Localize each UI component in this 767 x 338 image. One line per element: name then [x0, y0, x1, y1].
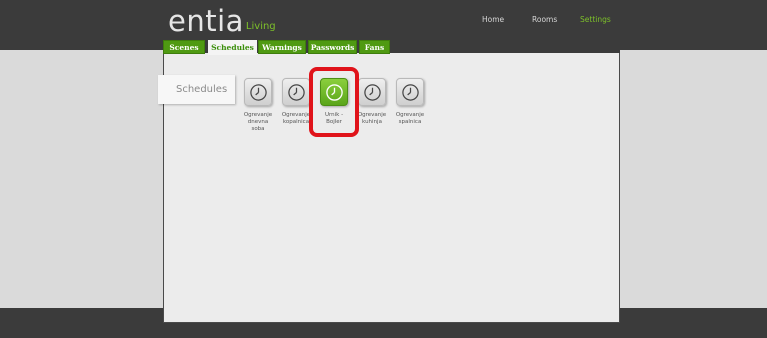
schedule-tile-ogrevanje-kopalnica[interactable]: [282, 78, 310, 106]
schedule-tile-ogrevanje-spalnica[interactable]: [396, 78, 424, 106]
schedule-tile-ogrevanje-dnevna-soba[interactable]: [244, 78, 272, 106]
section-label-schedules: Schedules: [158, 75, 235, 104]
app-logo[interactable]: entia Living: [168, 6, 276, 36]
schedule-label: Ogrevanje kuhinja: [357, 112, 387, 125]
clock-icon: [287, 83, 305, 101]
clock-icon: [363, 83, 381, 101]
logo-subtitle: Living: [245, 21, 276, 32]
nav-home[interactable]: Home: [482, 15, 504, 27]
nav-rooms[interactable]: Rooms: [532, 15, 557, 27]
schedule-label: Ogrevanje dnevna soba: [243, 112, 273, 132]
tab-warnings[interactable]: Warnings: [258, 40, 306, 54]
nav-settings[interactable]: Settings: [580, 15, 611, 27]
clock-icon: [249, 83, 267, 101]
schedule-tile-ogrevanje-kuhinja[interactable]: [358, 78, 386, 106]
logo-text: entia: [168, 4, 244, 38]
tab-fans[interactable]: Fans: [359, 40, 390, 54]
tab-schedules[interactable]: Schedules: [208, 40, 257, 55]
schedule-label: Ogrevanje spalnica: [395, 112, 425, 125]
clock-icon: [401, 83, 419, 101]
tab-scenes[interactable]: Scenes: [163, 40, 205, 54]
tab-passwords[interactable]: Passwords: [308, 40, 357, 54]
selection-highlight: [309, 67, 359, 137]
